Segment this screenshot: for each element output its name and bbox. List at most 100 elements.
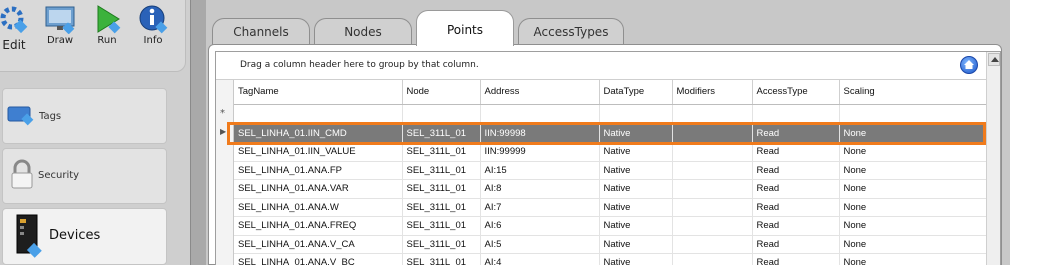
cell-accesstype[interactable]: Read [752, 235, 840, 254]
lock-icon [11, 159, 33, 189]
cell-datatype[interactable]: Native [599, 216, 673, 236]
draw-button[interactable]: Draw [40, 4, 80, 46]
cell-tagname[interactable]: SEL_LINHA_01.IIN_VALUE [234, 142, 403, 162]
cell-modifiers[interactable] [672, 161, 753, 180]
cell-accesstype[interactable]: Read [752, 198, 840, 217]
cell-address[interactable]: AI:4 [480, 253, 600, 265]
table-row[interactable]: SEL_LINHA_01.ANA.V_BC SEL_311L_01 AI:4 Nati… [234, 253, 987, 265]
table-row[interactable]: SEL_LINHA_01.ANA.W SEL_311L_01 AI:7 Native R… [234, 198, 987, 217]
new-row-marker: * [220, 108, 225, 119]
cell-modifiers[interactable] [672, 124, 753, 143]
cell-datatype[interactable]: Native [599, 179, 673, 199]
sidebar-item-tags[interactable]: Tags [2, 88, 167, 144]
cell-datatype[interactable]: Native [599, 142, 673, 162]
run-button[interactable]: Run [87, 4, 127, 46]
column-header-tagname[interactable]: TagName [234, 80, 403, 105]
column-header-modifiers[interactable]: Modifiers [672, 80, 753, 105]
tab-nodes[interactable]: Nodes [314, 18, 412, 46]
info-icon [139, 5, 168, 34]
cell-address[interactable]: AI:8 [480, 179, 600, 199]
cell-accesstype[interactable]: Read [752, 124, 840, 143]
cell-scaling[interactable]: None [839, 235, 987, 254]
cell-tagname[interactable]: SEL_LINHA_01.ANA.VAR [234, 179, 403, 199]
cell-datatype[interactable]: Native [599, 161, 673, 180]
cell-accesstype[interactable]: Read [752, 179, 840, 199]
left-panel: Edit Draw Run Info Tags Security Devices [0, 0, 190, 265]
cell-address[interactable]: AI:7 [480, 198, 600, 217]
sidebar-item-security[interactable]: Security [2, 148, 167, 204]
cell-modifiers[interactable] [672, 216, 753, 236]
new-row[interactable] [234, 104, 987, 125]
cell-datatype[interactable]: Native [599, 198, 673, 217]
cell-scaling[interactable]: None [839, 142, 987, 162]
points-table: TagName Node Address DataType Modifiers … [234, 80, 987, 265]
cell-tagname[interactable]: SEL_LINHA_01.ANA.W [234, 198, 403, 217]
scroll-up-icon[interactable] [988, 53, 1000, 66]
cell-datatype[interactable]: Native [599, 235, 673, 254]
table-row[interactable]: SEL_LINHA_01.ANA.FP SEL_311L_01 AI:15 Nativ… [234, 161, 987, 180]
column-header-accesstype[interactable]: AccessType [752, 80, 840, 105]
table-row[interactable]: SEL_LINHA_01.IIN_CMD SEL_311L_01 IIN:99998… [234, 124, 987, 143]
cell-modifiers[interactable] [672, 179, 753, 199]
cell-node[interactable]: SEL_311L_01 [402, 124, 481, 143]
column-header-datatype[interactable]: DataType [599, 80, 673, 105]
table-row[interactable]: SEL_LINHA_01.IIN_VALUE SEL_311L_01 IIN:999… [234, 142, 987, 162]
tags-icon [7, 106, 34, 126]
cell-node[interactable]: SEL_311L_01 [402, 198, 481, 217]
cell-datatype[interactable]: Native [599, 253, 673, 265]
table-row[interactable]: SEL_LINHA_01.ANA.FREQ SEL_311L_01 AI:6 Nati… [234, 216, 987, 236]
cell-node[interactable]: SEL_311L_01 [402, 179, 481, 199]
cell-modifiers[interactable] [672, 142, 753, 162]
cell-tagname[interactable]: SEL_LINHA_01.IIN_CMD [234, 124, 403, 143]
sidebar-item-devices[interactable]: Devices [2, 208, 167, 265]
cell-node[interactable]: SEL_311L_01 [402, 253, 481, 265]
tab-points[interactable]: Points [416, 10, 514, 46]
tab-channels[interactable]: Channels [212, 18, 310, 46]
column-header-address[interactable]: Address [480, 80, 600, 105]
cell-scaling[interactable]: None [839, 124, 987, 143]
cell-scaling[interactable]: None [839, 216, 987, 236]
cell-address[interactable]: AI:6 [480, 216, 600, 236]
cell-tagname[interactable]: SEL_LINHA_01.ANA.FP [234, 161, 403, 180]
home-icon[interactable] [960, 56, 978, 74]
cell-node[interactable]: SEL_311L_01 [402, 216, 481, 236]
cell-address[interactable]: AI:15 [480, 161, 600, 180]
cell-tagname[interactable]: SEL_LINHA_01.ANA.FREQ [234, 216, 403, 236]
info-button[interactable]: Info [133, 4, 173, 46]
table-row[interactable]: SEL_LINHA_01.ANA.VAR SEL_311L_01 AI:8 Nativ… [234, 179, 987, 199]
cell-modifiers[interactable] [672, 235, 753, 254]
cell-scaling[interactable]: None [839, 198, 987, 217]
cell-node[interactable]: SEL_311L_01 [402, 161, 481, 180]
draw-icon [45, 6, 75, 34]
tab-accesstypes[interactable]: AccessTypes [518, 18, 624, 46]
gear-icon [0, 6, 28, 34]
cell-tagname[interactable]: SEL_LINHA_01.ANA.V_BC [234, 253, 403, 265]
house-glyph [964, 60, 974, 69]
table-row[interactable]: SEL_LINHA_01.ANA.V_CA SEL_311L_01 AI:5 Nati… [234, 235, 987, 254]
cell-address[interactable]: IIN:99998 [480, 124, 600, 143]
cell-scaling[interactable]: None [839, 253, 987, 265]
cell-accesstype[interactable]: Read [752, 161, 840, 180]
panel-splitter[interactable] [190, 0, 206, 265]
points-grid: Drag a column header here to group by th… [215, 51, 1001, 265]
column-header-node[interactable]: Node [402, 80, 481, 105]
column-header-scaling[interactable]: Scaling [839, 80, 987, 105]
cell-scaling[interactable]: None [839, 179, 987, 199]
toolbar: Edit Draw Run Info [0, 0, 186, 72]
play-icon [97, 5, 121, 34]
cell-modifiers[interactable] [672, 253, 753, 265]
cell-node[interactable]: SEL_311L_01 [402, 142, 481, 162]
cell-datatype[interactable]: Native [599, 124, 673, 143]
group-by-panel[interactable]: Drag a column header here to group by th… [216, 52, 986, 80]
cell-scaling[interactable]: None [839, 161, 987, 180]
cell-modifiers[interactable] [672, 198, 753, 217]
cell-node[interactable]: SEL_311L_01 [402, 235, 481, 254]
cell-accesstype[interactable]: Read [752, 253, 840, 265]
cell-address[interactable]: IIN:99999 [480, 142, 600, 162]
cell-tagname[interactable]: SEL_LINHA_01.ANA.V_CA [234, 235, 403, 254]
cell-address[interactable]: AI:5 [480, 235, 600, 254]
vertical-scrollbar[interactable] [986, 52, 1000, 265]
cell-accesstype[interactable]: Read [752, 216, 840, 236]
cell-accesstype[interactable]: Read [752, 142, 840, 162]
edit-button[interactable]: Edit [0, 4, 32, 52]
